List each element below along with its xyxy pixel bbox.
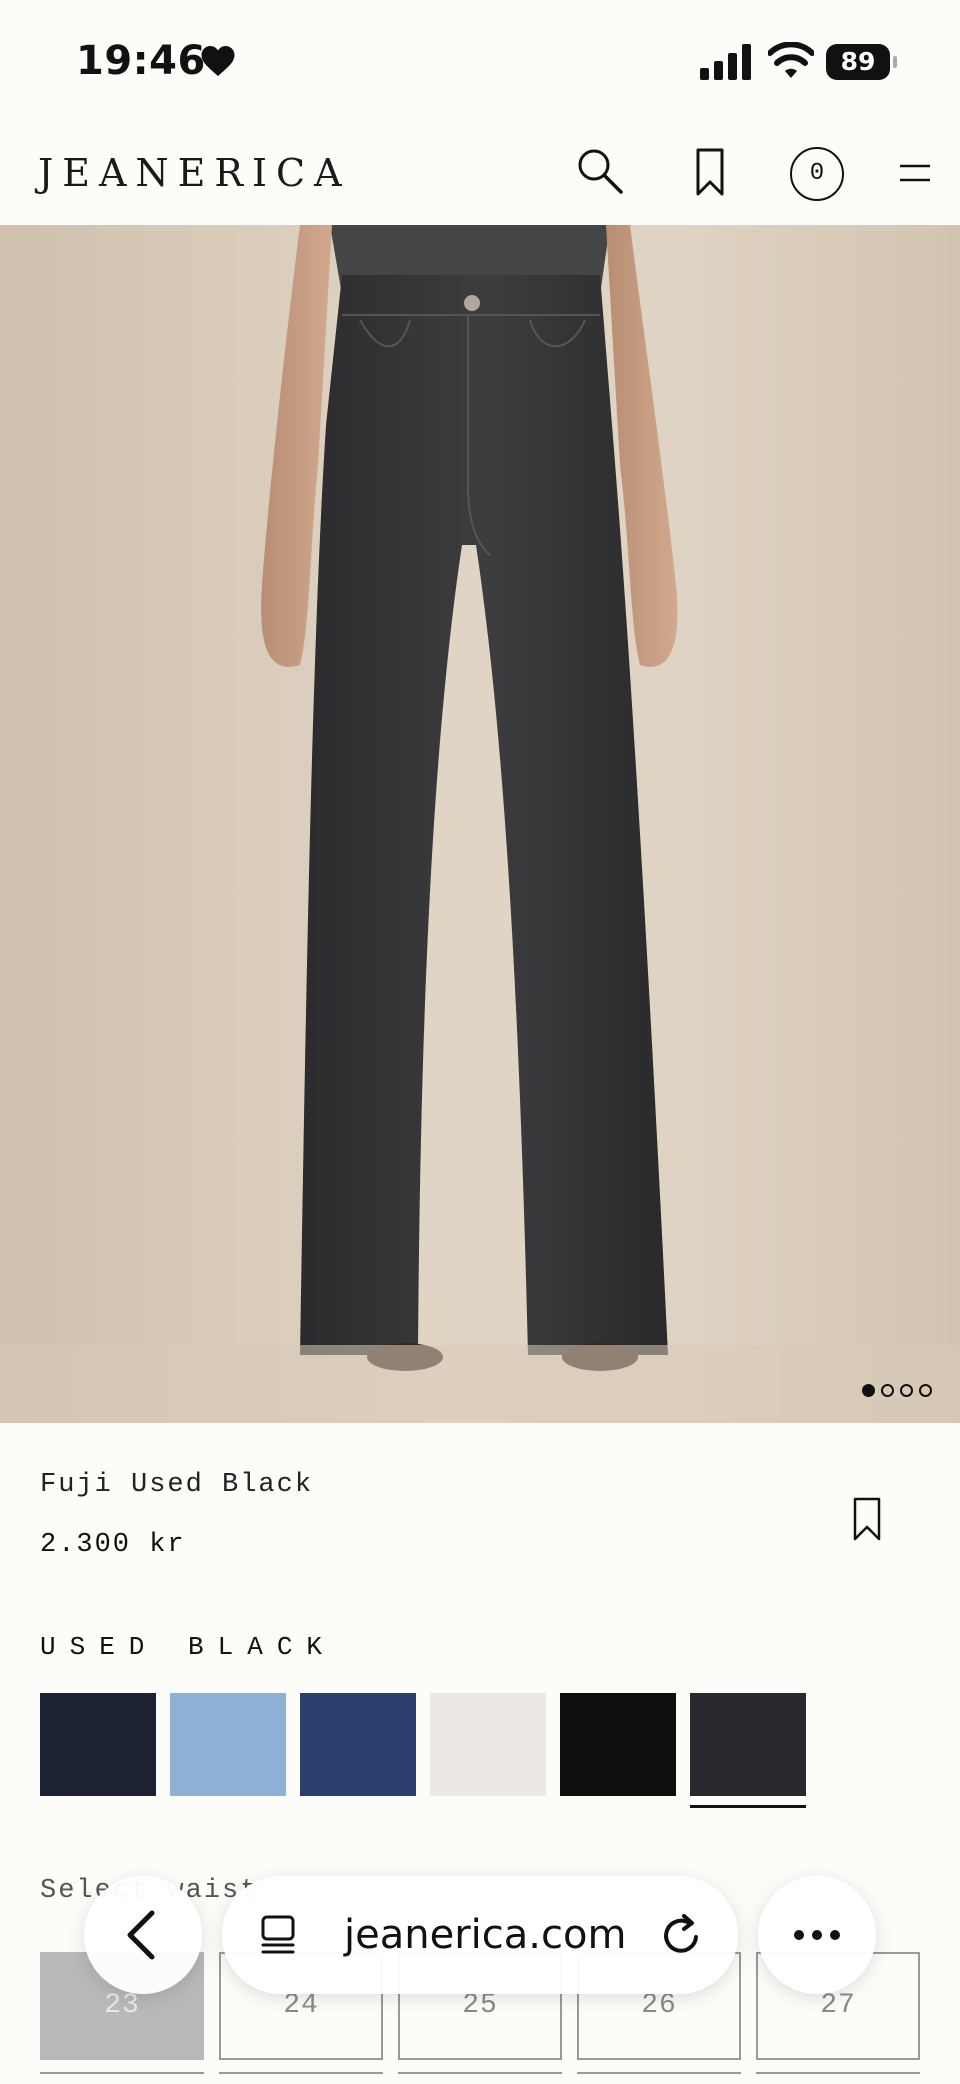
heart-icon xyxy=(201,46,235,76)
more-options-button[interactable] xyxy=(758,1876,876,1994)
color-name: USED BLACK xyxy=(40,1632,337,1662)
product-price: 2.300 kr xyxy=(40,1530,186,1560)
address-bar[interactable]: jeanerica.com xyxy=(222,1876,738,1994)
search-icon[interactable] xyxy=(574,145,626,197)
color-swatch[interactable] xyxy=(40,1693,156,1796)
carousel-dots xyxy=(862,1384,932,1397)
color-swatches xyxy=(40,1693,806,1808)
back-button[interactable] xyxy=(84,1876,202,1994)
color-swatch[interactable] xyxy=(170,1693,286,1796)
bookmark-icon[interactable] xyxy=(690,147,730,197)
color-swatch[interactable] xyxy=(430,1693,546,1796)
url-text[interactable]: jeanerica.com xyxy=(344,1912,626,1958)
browser-toolbar: jeanerica.com xyxy=(0,1870,960,2010)
site-header: JEANERICA 0 xyxy=(0,125,960,225)
brand-logo[interactable]: JEANERICA xyxy=(38,151,351,195)
battery-indicator: 89 xyxy=(826,44,898,80)
tabs-icon[interactable] xyxy=(258,1914,298,1956)
bookmark-icon[interactable] xyxy=(852,1496,882,1542)
size-option-edge xyxy=(219,2072,383,2084)
product-image[interactable] xyxy=(0,225,960,1423)
chevron-left-icon xyxy=(127,1910,155,1960)
carousel-dot[interactable] xyxy=(881,1384,894,1397)
size-option-edge xyxy=(40,2072,204,2084)
cellular-signal-icon xyxy=(700,44,751,80)
jeans-photo xyxy=(0,225,960,1423)
carousel-dot[interactable] xyxy=(862,1384,875,1397)
battery-tip xyxy=(893,56,897,68)
cart-button[interactable]: 0 xyxy=(790,147,844,201)
wifi-icon xyxy=(768,42,814,78)
product-name: Fuji Used Black xyxy=(40,1470,314,1500)
size-option-edge xyxy=(398,2072,562,2084)
color-swatch[interactable] xyxy=(300,1693,416,1796)
carousel-dot[interactable] xyxy=(919,1384,932,1397)
menu-icon[interactable] xyxy=(898,155,932,191)
more-icon xyxy=(794,1930,840,1940)
reload-icon[interactable] xyxy=(660,1912,704,1958)
color-swatch[interactable] xyxy=(690,1693,806,1808)
battery-level: 89 xyxy=(826,44,890,80)
size-option-edge xyxy=(756,2072,920,2084)
status-bar: 19:46 89 xyxy=(0,0,960,125)
color-swatch[interactable] xyxy=(560,1693,676,1796)
size-option-edge xyxy=(577,2072,741,2084)
size-options-next-row xyxy=(40,2072,920,2084)
status-time: 19:46 xyxy=(76,38,206,84)
carousel-dot[interactable] xyxy=(900,1384,913,1397)
